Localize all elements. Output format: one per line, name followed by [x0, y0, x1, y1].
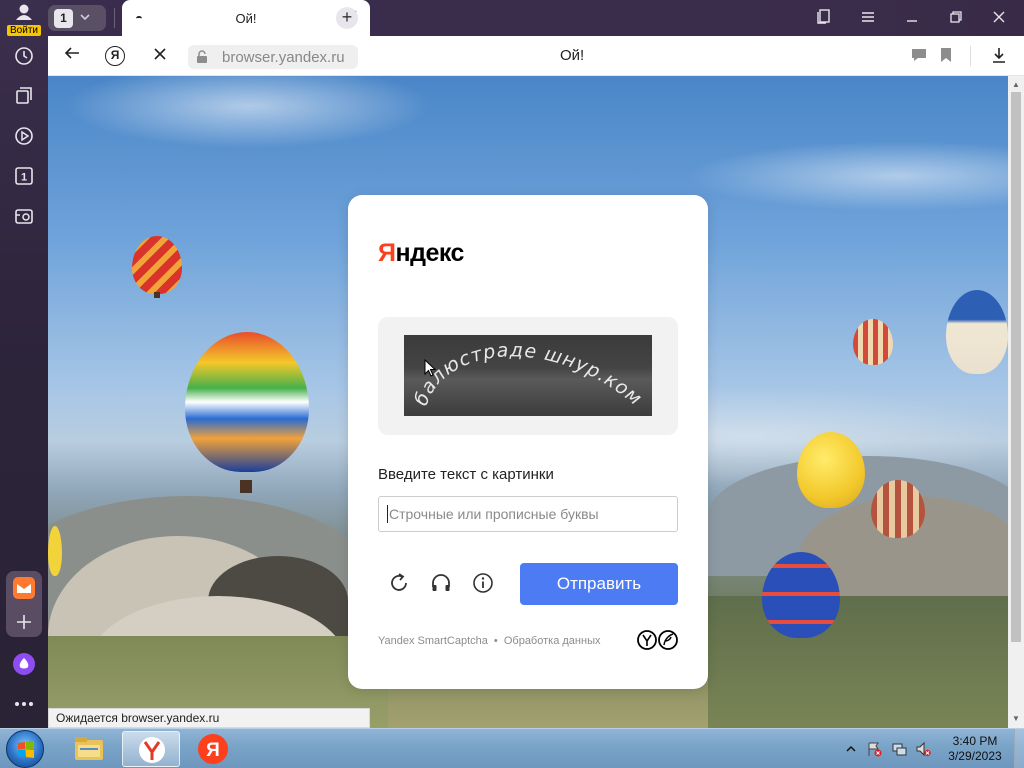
footer-product: Yandex SmartCaptcha — [378, 635, 488, 647]
info-icon[interactable] — [472, 572, 494, 594]
add-icon[interactable] — [12, 610, 36, 634]
scrollbar-thumb[interactable] — [1011, 92, 1021, 642]
tray-clock[interactable]: 3:40 PM 3/29/2023 — [940, 734, 1010, 764]
captcha-footer: Yandex SmartCaptcha • Обработка данных — [378, 635, 600, 647]
explorer-icon — [75, 737, 103, 760]
scroll-up-icon[interactable]: ▲ — [1012, 81, 1020, 89]
comment-icon[interactable] — [911, 47, 929, 65]
balloon-image — [797, 432, 865, 508]
captcha-prompt: Введите текст с картинки — [378, 466, 554, 483]
landscape-valley — [708, 596, 1008, 728]
alice-icon[interactable] — [12, 652, 36, 676]
mail-icon[interactable] — [12, 576, 36, 600]
mouse-cursor-icon — [424, 358, 437, 382]
login-button[interactable]: Войти — [6, 4, 42, 36]
captcha-card: Яндекс балюстраде шнур.ком Введите текст… — [348, 195, 708, 689]
back-icon[interactable] — [61, 45, 83, 67]
scroll-down-icon[interactable]: ▼ — [1012, 715, 1020, 723]
lock-icon[interactable] — [196, 50, 208, 63]
page-title: Ой! — [560, 47, 585, 64]
captcha-text: балюстраде шнур.ком — [410, 339, 647, 410]
balloon-image — [762, 552, 840, 638]
tab-divider — [114, 8, 115, 28]
restore-icon[interactable] — [946, 8, 966, 28]
balloon-image — [853, 319, 893, 365]
bookmarks-panel-icon[interactable] — [814, 8, 834, 28]
balloon-image — [48, 526, 62, 576]
tab-count-button[interactable]: 1 — [48, 5, 106, 31]
captcha-image: балюстраде шнур.ком — [404, 335, 652, 416]
new-tab-button[interactable]: + — [336, 7, 358, 29]
page-scrollbar[interactable]: ▲ ▼ — [1008, 76, 1024, 728]
show-desktop-button[interactable] — [1014, 729, 1024, 768]
history-icon[interactable] — [12, 44, 36, 68]
captcha-input[interactable] — [378, 496, 678, 532]
collections-icon[interactable] — [12, 84, 36, 108]
footer-separator: • — [493, 635, 498, 647]
clock-date: 3/29/2023 — [948, 749, 1002, 763]
volume-muted-icon[interactable] — [915, 741, 931, 757]
chevron-down-icon — [80, 12, 90, 24]
refresh-icon[interactable] — [388, 572, 410, 594]
taskbar-yandex[interactable]: Я — [184, 731, 242, 767]
action-center-icon[interactable] — [866, 741, 882, 757]
yandex-browser-icon — [139, 737, 165, 763]
tab-count: 1 — [54, 8, 73, 28]
yandex-cloud-logo-icon — [637, 629, 679, 651]
close-window-icon[interactable] — [989, 8, 1009, 28]
menu-icon[interactable] — [858, 8, 878, 28]
yandex-home-icon[interactable]: Я — [105, 46, 125, 66]
tab-counter-icon[interactable]: 1 — [12, 164, 36, 188]
submit-button[interactable]: Отправить — [520, 563, 678, 605]
tab-counter-text: 1 — [21, 172, 27, 184]
data-processing-link[interactable]: Обработка данных — [504, 635, 601, 647]
captcha-image-frame: балюстраде шнур.ком — [378, 317, 678, 435]
screenshot-icon[interactable] — [12, 204, 36, 228]
windows-taskbar: Я 3:40 PM 3/29/2023 — [0, 728, 1024, 768]
network-icon[interactable] — [891, 741, 907, 757]
tab-title: Ой! — [235, 11, 257, 26]
more-icon[interactable] — [12, 692, 36, 716]
user-icon — [15, 4, 33, 20]
browser-sidebar: Войти 1 — [0, 0, 48, 728]
svg-text:Я: Я — [206, 740, 220, 761]
address-bar: Я browser.yandex.ru Ой! — [48, 36, 1024, 76]
clock-time: 3:40 PM — [952, 734, 998, 748]
download-icon[interactable] — [991, 47, 1009, 65]
balloon-image — [946, 290, 1008, 374]
balloon-image — [185, 332, 309, 472]
active-tab[interactable]: Ой! — [122, 0, 370, 36]
minimize-icon[interactable] — [902, 8, 922, 28]
video-icon[interactable] — [12, 124, 36, 148]
balloon-image — [871, 480, 925, 538]
stop-loading-icon[interactable] — [149, 45, 171, 67]
url-field[interactable]: browser.yandex.ru — [188, 45, 358, 69]
status-bar: Ожидается browser.yandex.ru — [48, 708, 370, 728]
start-button[interactable] — [6, 730, 44, 768]
headphones-icon[interactable] — [430, 572, 452, 594]
balloon-basket — [154, 292, 160, 298]
taskbar-yandex-browser[interactable] — [122, 731, 180, 767]
taskbar-explorer[interactable] — [60, 731, 118, 767]
login-label: Войти — [7, 25, 41, 36]
tray-expand-icon[interactable] — [843, 741, 859, 757]
addressbar-divider — [970, 46, 971, 66]
balloon-basket — [240, 480, 252, 493]
yandex-logo: Яндекс — [378, 239, 464, 267]
balloon-image — [132, 236, 182, 294]
bookmark-icon[interactable] — [939, 47, 957, 65]
url-text: browser.yandex.ru — [222, 49, 345, 66]
tab-strip: 1 Ой! + — [48, 0, 1024, 36]
windows-logo-icon — [18, 741, 34, 758]
text-caret — [387, 505, 388, 523]
yandex-icon: Я — [198, 734, 228, 764]
